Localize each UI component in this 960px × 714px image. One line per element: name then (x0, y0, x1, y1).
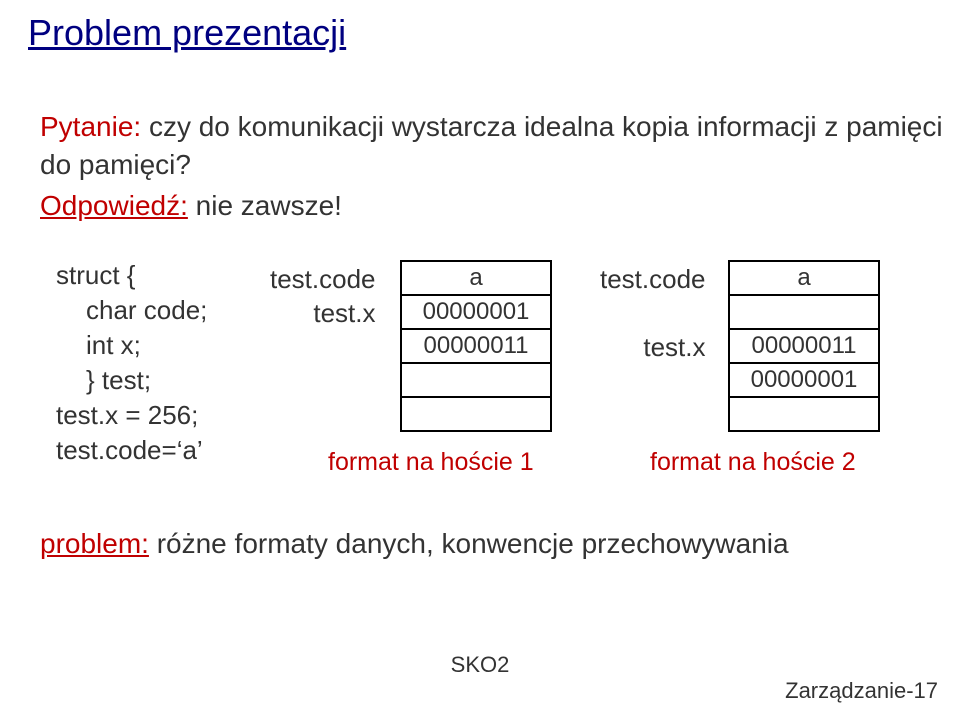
problem-line: problem: różne formaty danych, konwencje… (40, 528, 789, 560)
table-row: 00000001 (401, 295, 551, 329)
code-line: } test; (56, 363, 207, 398)
host1-caption: format na hoście 1 (328, 448, 534, 477)
answer-label: Odpowiedź: (40, 190, 188, 221)
code-line: test.x = 256; (56, 398, 207, 433)
problem-text: różne formaty danych, konwencje przechow… (149, 528, 789, 559)
table-row (729, 295, 879, 329)
table-row: 00000011 (729, 329, 879, 363)
host2-label-x: test.x (600, 330, 706, 364)
slide-title: Problem prezentacji (28, 12, 346, 54)
table-row (729, 397, 879, 431)
code-line: struct { (56, 258, 207, 293)
question-label: Pytanie: (40, 111, 141, 142)
host1-label-x: test.x (270, 296, 376, 330)
footer-center: SKO2 (0, 652, 960, 678)
table-row: 00000001 (729, 363, 879, 397)
table-row (401, 397, 551, 431)
host2-label-code: test.code (600, 262, 706, 296)
answer-line: Odpowiedź: nie zawsze! (40, 190, 342, 222)
host2-table: a 00000011 00000001 (728, 260, 880, 432)
host2-caption: format na hoście 2 (650, 448, 856, 477)
answer-text: nie zawsze! (188, 190, 342, 221)
question-text: czy do komunikacji wystarcza idealna kop… (40, 111, 943, 180)
host1-label-code: test.code (270, 262, 376, 296)
table-row: 00000011 (401, 329, 551, 363)
footer-right: Zarządzanie-17 (785, 678, 938, 704)
problem-label: problem: (40, 528, 149, 559)
host1-labels: test.code test.x (270, 262, 376, 330)
table-row: a (401, 261, 551, 295)
struct-code: struct { char code; int x; } test; test.… (56, 258, 207, 469)
code-line: test.code=‘a’ (56, 433, 207, 468)
table-row (401, 363, 551, 397)
code-line: int x; (56, 328, 207, 363)
host1-table: a 00000001 00000011 (400, 260, 552, 432)
table-row: a (729, 261, 879, 295)
host2-labels: test.code test.x (600, 262, 706, 364)
question-line: Pytanie: czy do komunikacji wystarcza id… (40, 108, 960, 184)
code-line: char code; (56, 293, 207, 328)
